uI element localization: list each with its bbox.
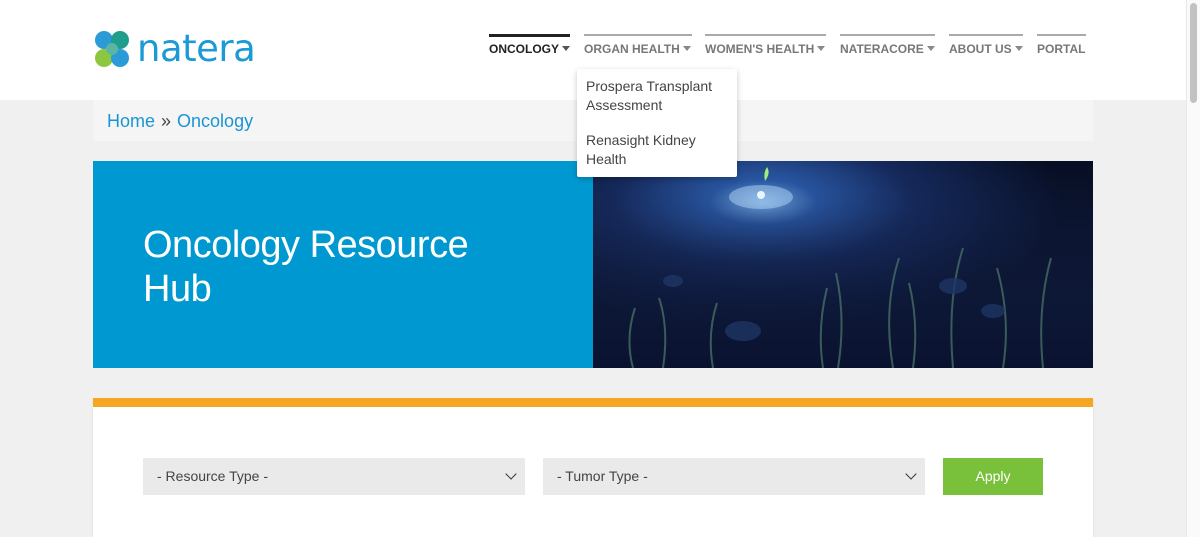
chevron-down-icon bbox=[505, 468, 517, 480]
nav-item-label: WOMEN'S HEALTH bbox=[705, 42, 815, 56]
dropdown-item-prospera[interactable]: Prospera Transplant Assessment bbox=[586, 77, 728, 115]
tumor-type-value: - Tumor Type - bbox=[557, 468, 648, 484]
chevron-down-icon bbox=[905, 468, 917, 480]
hero-banner: Oncology Resource Hub bbox=[93, 161, 1093, 368]
nav-item-womens-health[interactable]: WOMEN'S HEALTH bbox=[705, 34, 826, 64]
apply-button[interactable]: Apply bbox=[943, 458, 1043, 495]
caret-down-icon bbox=[682, 46, 691, 51]
hero-underwater-image bbox=[593, 161, 1093, 368]
nav-item-nateracore[interactable]: NATERACORE bbox=[840, 34, 935, 64]
caret-down-icon bbox=[1014, 46, 1023, 51]
caret-down-icon bbox=[562, 46, 571, 51]
nav-item-oncology[interactable]: ONCOLOGY bbox=[489, 34, 571, 64]
nav-item-label: ORGAN HEALTH bbox=[584, 42, 680, 56]
nav-item-label: ONCOLOGY bbox=[489, 42, 560, 56]
organ-health-dropdown-menu: Prospera Transplant Assessment Renasight… bbox=[577, 69, 737, 177]
breadcrumb-current-link[interactable]: Oncology bbox=[177, 111, 253, 131]
underwater-scene-image bbox=[593, 161, 1093, 368]
caret-down-icon bbox=[817, 46, 826, 51]
page-scrollbar[interactable] bbox=[1186, 0, 1200, 537]
resource-type-value: - Resource Type - bbox=[157, 468, 269, 484]
nav-item-label: ABOUT US bbox=[949, 42, 1012, 56]
breadcrumb-home-link[interactable]: Home bbox=[107, 111, 155, 131]
nav-item-portal[interactable]: PORTAL bbox=[1037, 34, 1086, 64]
main-nav: ONCOLOGY ORGAN HEALTH WOMEN'S HEALTH NAT… bbox=[0, 34, 1186, 64]
resource-type-select[interactable]: - Resource Type - bbox=[143, 458, 525, 495]
nav-item-label: PORTAL bbox=[1037, 42, 1086, 56]
hero-title-panel: Oncology Resource Hub bbox=[93, 161, 593, 368]
page-title: Oncology Resource Hub bbox=[143, 224, 469, 310]
filter-panel: - Resource Type - - Tumor Type - Apply bbox=[93, 398, 1093, 537]
nav-item-organ-health[interactable]: ORGAN HEALTH bbox=[584, 34, 692, 64]
breadcrumb-separator: » bbox=[161, 111, 172, 131]
dropdown-item-renasight[interactable]: Renasight Kidney Health bbox=[586, 131, 728, 169]
caret-down-icon bbox=[926, 46, 935, 51]
nav-item-about-us[interactable]: ABOUT US bbox=[949, 34, 1023, 64]
scrollbar-thumb[interactable] bbox=[1190, 3, 1197, 103]
nav-item-label: NATERACORE bbox=[840, 42, 924, 56]
tumor-type-select[interactable]: - Tumor Type - bbox=[543, 458, 925, 495]
